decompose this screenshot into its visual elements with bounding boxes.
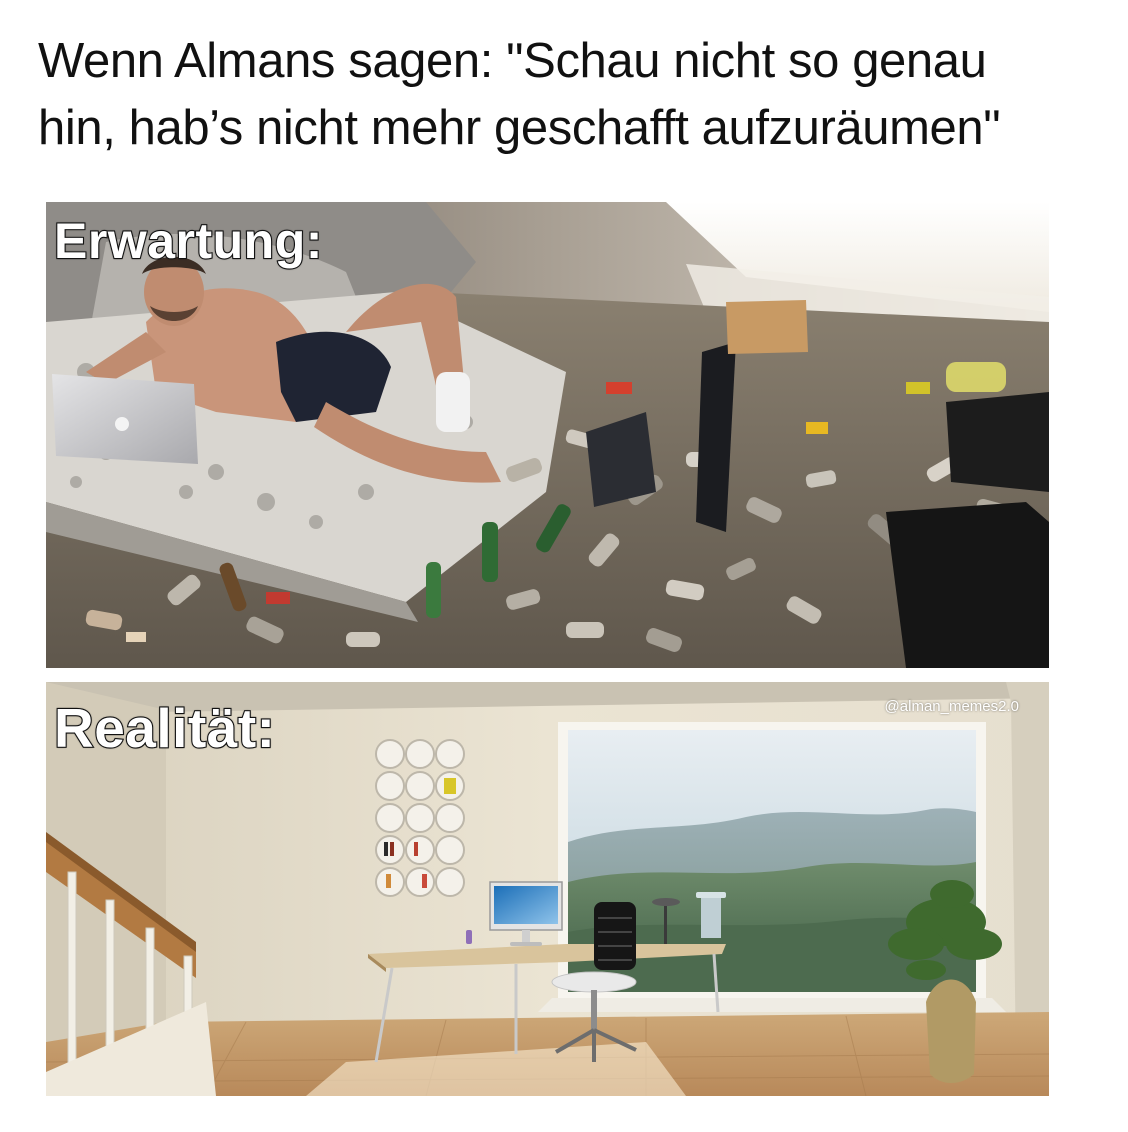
reality-panel: Realität: @alman_memes2.0 xyxy=(46,682,1049,1096)
reality-label: Realität: xyxy=(53,696,276,760)
caption-line-2: hin, hab’s nicht mehr geschafft aufzuräu… xyxy=(38,101,1001,155)
messy-room-photo xyxy=(46,202,1049,668)
caption-line-1: Wenn Almans sagen: "Schau nicht so genau xyxy=(38,34,987,88)
meme-caption: Wenn Almans sagen: "Schau nicht so genau… xyxy=(38,28,1098,162)
expectation-panel: Erwartung: xyxy=(46,202,1049,668)
expectation-label: Erwartung: xyxy=(53,212,324,270)
watermark: @alman_memes2.0 xyxy=(884,698,1019,715)
